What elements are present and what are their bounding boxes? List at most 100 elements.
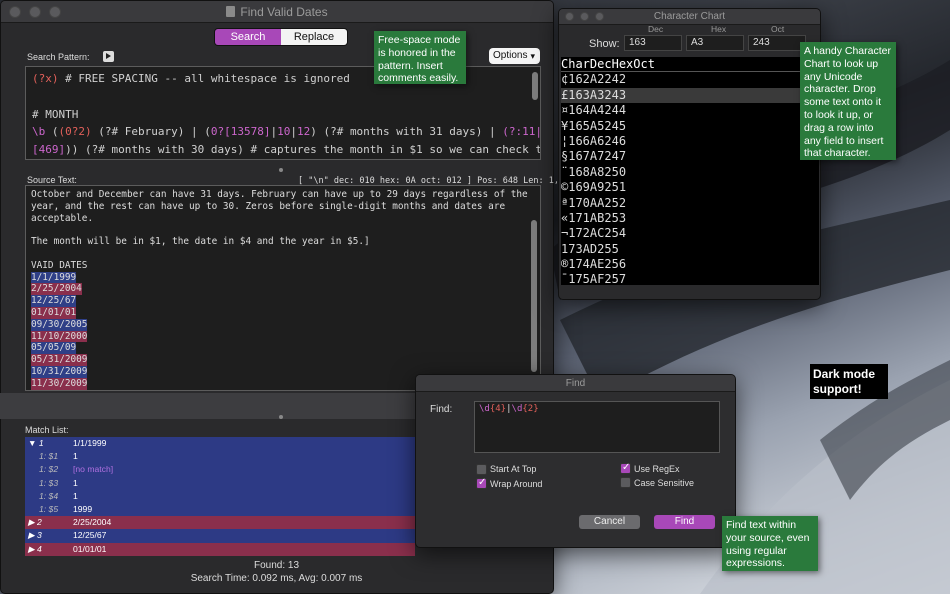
character-row[interactable]: ¬ 172 AC 254 [561,226,819,241]
character-cell: 171 [568,210,590,225]
character-cell: 252 [604,195,627,210]
character-row[interactable]: ¥165 A5 245 [561,119,819,134]
oct-field[interactable]: 243 [748,35,806,51]
match-row[interactable]: ▶ 4 01/01/01 [25,542,415,556]
source-line [31,224,535,236]
match-index: ▶ 2 [28,517,42,528]
show-label: Show: [589,38,620,50]
find-button[interactable]: Find [654,515,715,529]
character-cell: 243 [604,87,627,102]
match-value: 1/1/1999 [73,438,107,448]
character-table-header: Char Dec Hex Oct [561,57,819,73]
hex-field[interactable]: A3 [686,35,744,51]
pattern-line [32,88,534,106]
match-splitter-handle[interactable] [279,415,283,419]
pattern-token: ) (?# months with 31 days) | [310,125,503,139]
pattern-token: (?:11|0? [502,125,541,139]
case-sensitive-checkbox[interactable] [620,477,631,488]
character-row[interactable]: «171 AB 253 [561,211,819,226]
character-cell: 172 [568,226,590,241]
wrap-around-checkbox[interactable] [476,477,487,489]
character-row[interactable]: ® 174 AE 256 [561,257,819,272]
match-capture-row[interactable]: 1: $3 1 [25,476,415,490]
character-row[interactable]: 173 AD 255 [561,242,819,257]
source-text: VAID DATES [31,259,88,271]
close-button[interactable] [9,6,21,18]
play-icon[interactable] [103,51,114,62]
character-row[interactable]: ¢ 162 A2 242 [561,72,819,87]
source-line: 05/05/09 [31,342,535,355]
wrap-around-label: Wrap Around [490,479,543,489]
source-text-editor[interactable]: October and December can have 31 days. F… [25,185,541,391]
find-query-input[interactable]: \d{4}|\d{2} [474,401,720,453]
start-at-top-label: Start At Top [490,464,537,474]
character-row[interactable]: ¯ 175 AF 257 [561,272,819,287]
chart-close-button[interactable] [565,12,574,21]
character-cell: 257 [604,272,627,287]
character-row[interactable]: © 169 A9 251 [561,180,819,195]
character-cell: 164 [568,103,590,118]
match-row[interactable]: ▼ 1 1/1/1999 [25,437,415,451]
character-cell: AE [589,257,605,272]
match-list: ▼ 1 1/1/1999 1: $1 1 1: $2 [no match] 1: $3 1 1:… [25,437,415,556]
chart-zoom-button[interactable] [595,12,604,21]
character-row[interactable]: ¦ 166 A6 246 [561,134,819,149]
use-regex-checkbox[interactable] [620,462,631,474]
source-line: The month will be in $1, the date in $4 … [31,236,535,248]
match-capture-row[interactable]: 1: $2 [no match] [25,463,415,477]
source-line: acceptable. [31,213,535,225]
hex-column-header: Hex [711,24,727,34]
character-row[interactable]: § 167 A7 247 [561,149,819,164]
start-at-top-checkbox[interactable] [476,464,487,475]
match-row[interactable]: ▶ 3 12/25/67 [25,529,415,543]
character-cell: 170 [568,195,590,210]
match-row[interactable]: ▶ 2 2/25/2004 [25,516,415,530]
character-row[interactable]: ¤ 164 A4 244 [561,103,819,118]
character-cell: A4 [589,103,605,118]
chart-minimize-button[interactable] [580,12,589,21]
find-label: Find: [430,404,453,415]
splitter-handle[interactable] [279,168,283,172]
character-cell: 244 [604,103,627,118]
character-cell: ¢ [561,72,569,87]
minimize-button[interactable] [29,6,41,18]
options-button[interactable]: Options [489,48,540,64]
character-cell: 254 [604,226,627,241]
character-row[interactable]: ¨ 168 A8 250 [561,165,819,180]
match-value: 1 [73,477,78,488]
character-cell: « [561,210,569,225]
zoom-button[interactable] [49,6,61,18]
match-capture-row[interactable]: 1: $1 1 [25,450,415,464]
highlighted-match: 1/1/1999 [31,271,77,284]
pattern-token: \b [32,125,46,139]
source-line: 12/25/67 [31,295,535,307]
query-token: \d [511,404,523,414]
column-header: Oct [633,57,655,71]
dec-field[interactable]: 163 [624,35,682,51]
character-cell: 174 [568,257,590,272]
character-cell: AD [582,241,598,256]
dark-mode-callout: Dark mode support! [810,364,888,399]
cancel-button[interactable]: Cancel [579,515,640,529]
pattern-token: (?# February) | ( [91,125,211,139]
character-table: Char Dec Hex Oct ¢ 162 A2 242 £163 A3 243 ¤ 164 A4 244… [561,57,819,287]
character-cell: AC [589,226,605,241]
tab-search[interactable]: Search [215,29,281,45]
oct-column-header: Oct [771,24,785,34]
source-line: 09/30/2005 [31,318,535,331]
match-index: 1: $5 [39,503,59,514]
character-cell: ¬ [561,226,569,241]
character-row[interactable]: £163 A3 243 [561,87,819,104]
pattern-scrollbar[interactable] [532,72,538,100]
match-capture-row[interactable]: 1: $4 1 [25,489,415,503]
character-row[interactable]: ª 170 AA 252 [561,196,819,211]
highlighted-match: 2/25/2004 [31,283,82,296]
highlighted-match: 11/30/2009 [31,377,88,390]
character-cell: © [561,180,569,195]
character-cell: ¤ [561,103,569,118]
highlighted-match: 05/31/2009 [31,354,88,366]
source-scrollbar[interactable] [531,220,537,372]
match-index: 1: $4 [39,490,59,501]
tab-replace[interactable]: Replace [281,29,347,45]
match-capture-row[interactable]: 1: $5 1999 [25,502,415,517]
